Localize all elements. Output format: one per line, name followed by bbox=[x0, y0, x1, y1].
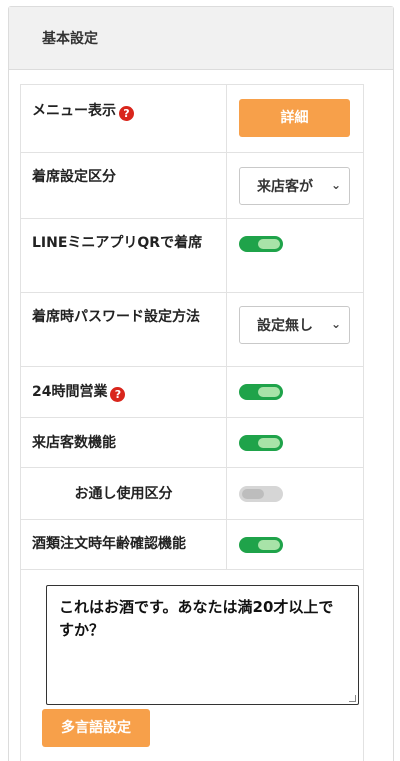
resize-grip-icon[interactable] bbox=[349, 695, 356, 702]
row-24h: 24時間営業? bbox=[21, 367, 363, 418]
toggle-knob bbox=[258, 239, 280, 249]
seat-password-label: 着席時パスワード設定方法 bbox=[21, 293, 227, 366]
toggle-knob bbox=[242, 489, 264, 499]
seat-category-label: 着席設定区分 bbox=[21, 153, 227, 218]
seat-category-value: 来店客が bbox=[257, 179, 313, 195]
seat-password-value: 設定無し bbox=[257, 318, 313, 334]
chevron-down-icon: ⌄ bbox=[330, 178, 341, 192]
seat-password-select[interactable]: 設定無し ⌄ bbox=[239, 306, 350, 344]
alcohol-message-text: これはお酒です。あなたは満20才以上ですか？ bbox=[59, 598, 334, 639]
toggle-knob bbox=[258, 387, 280, 397]
chevron-down-icon: ⌄ bbox=[330, 317, 341, 331]
open-24h-toggle[interactable] bbox=[239, 384, 283, 400]
help-icon[interactable]: ? bbox=[110, 387, 126, 402]
row-otoshi: お通し使用区分 bbox=[21, 468, 363, 520]
open-24h-label: 24時間営業 bbox=[32, 384, 108, 400]
multilang-button[interactable]: 多言語設定 bbox=[42, 709, 150, 747]
row-line-qr: LINEミニアプリQRで着席 bbox=[21, 219, 363, 293]
menu-display-label: メニュー表示 bbox=[32, 103, 116, 119]
panel-title: 基本設定 bbox=[9, 7, 393, 70]
line-qr-label: LINEミニアプリQRで着席 bbox=[21, 219, 227, 292]
visitor-count-toggle[interactable] bbox=[239, 435, 283, 451]
toggle-knob bbox=[258, 540, 280, 550]
otoshi-toggle[interactable] bbox=[239, 486, 283, 502]
row-alcohol-age: 酒類注文時年齢確認機能 bbox=[21, 520, 363, 570]
help-icon[interactable]: ? bbox=[119, 106, 134, 121]
line-qr-toggle[interactable] bbox=[239, 236, 283, 252]
alcohol-message-area: これはお酒です。あなたは満20才以上ですか？ 多言語設定 bbox=[20, 568, 364, 761]
alcohol-age-label: 酒類注文時年齢確認機能 bbox=[21, 520, 227, 569]
row-visitor-count: 来店客数機能 bbox=[21, 418, 363, 468]
toggle-knob bbox=[258, 438, 280, 448]
settings-table: メニュー表示? 詳細 着席設定区分 来店客が ⌄ LINEミニアプリQRで着席 … bbox=[20, 84, 364, 570]
row-seat-password: 着席時パスワード設定方法 設定無し ⌄ bbox=[21, 293, 363, 367]
alcohol-age-toggle[interactable] bbox=[239, 537, 283, 553]
otoshi-label: お通し使用区分 bbox=[21, 468, 227, 519]
detail-button[interactable]: 詳細 bbox=[239, 99, 350, 137]
alcohol-message-textarea[interactable]: これはお酒です。あなたは満20才以上ですか？ bbox=[46, 585, 359, 705]
row-seat-category: 着席設定区分 来店客が ⌄ bbox=[21, 153, 363, 219]
row-menu-display: メニュー表示? 詳細 bbox=[21, 85, 363, 153]
visitor-count-label: 来店客数機能 bbox=[21, 418, 227, 467]
seat-category-select[interactable]: 来店客が ⌄ bbox=[239, 167, 350, 205]
